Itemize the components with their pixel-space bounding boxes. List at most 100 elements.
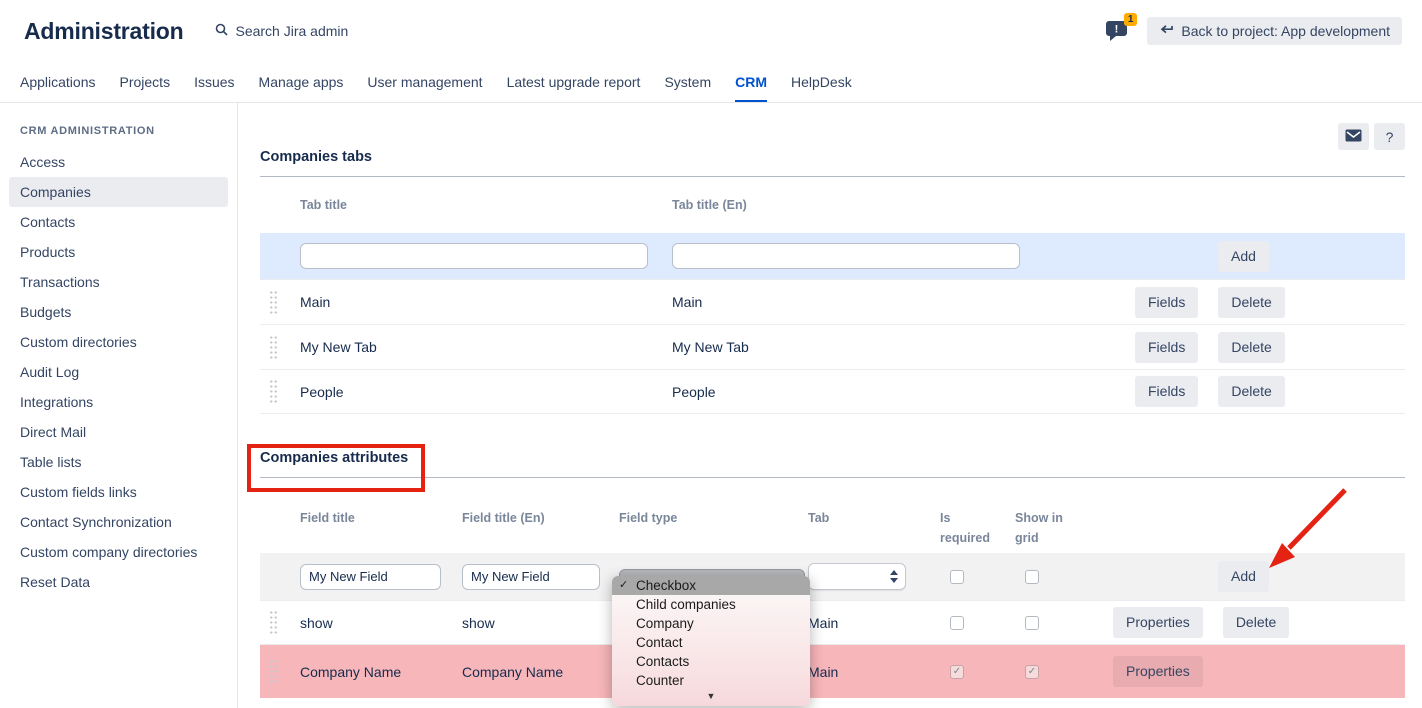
column-tab: Tab — [808, 508, 930, 528]
is-required-checkbox[interactable] — [950, 570, 964, 584]
tab-title-en-cell: Main — [672, 294, 1110, 310]
back-to-project-button[interactable]: Back to project: App development — [1147, 17, 1402, 45]
tab-title-en-input[interactable] — [672, 243, 1020, 269]
notifications-button[interactable]: ! 1 — [1105, 19, 1131, 43]
column-field-title-en: Field title (En) — [462, 508, 619, 528]
help-button[interactable]: ? — [1374, 123, 1405, 150]
drag-handle-icon[interactable] — [269, 335, 278, 360]
companies-tabs-add-row: Add — [260, 233, 1405, 279]
fields-button[interactable]: Fields — [1135, 287, 1198, 318]
dropdown-option-company[interactable]: Company — [612, 614, 810, 633]
sidebar-heading: CRM ADMINISTRATION — [0, 125, 237, 137]
sidebar-item-access[interactable]: Access — [9, 147, 228, 177]
tab-helpdesk[interactable]: HelpDesk — [791, 62, 852, 102]
sidebar-item-custom-fields-links[interactable]: Custom fields links — [9, 477, 228, 507]
table-row-my-new-tab: My New Tab My New Tab Fields Delete — [260, 324, 1405, 369]
tab-crm[interactable]: CRM — [735, 62, 767, 102]
sidebar-item-companies[interactable]: Companies — [9, 177, 228, 207]
field-type-dropdown-menu: ✓ Checkbox Child companies Company Conta… — [612, 576, 810, 706]
dropdown-option-contact[interactable]: Contact — [612, 633, 810, 652]
sidebar-item-custom-directories[interactable]: Custom directories — [9, 327, 228, 357]
tab-issues[interactable]: Issues — [194, 62, 234, 102]
column-tab-title-en: Tab title (En) — [672, 195, 1110, 215]
divider — [260, 477, 1405, 478]
field-title-en-input[interactable] — [462, 564, 600, 590]
properties-button[interactable]: Properties — [1113, 607, 1203, 638]
speech-bubble-icon: ! — [1105, 29, 1129, 46]
companies-attributes-title: Companies attributes — [260, 450, 1405, 466]
drag-handle-icon[interactable] — [269, 659, 278, 684]
companies-tabs-section: Companies tabs Tab title Tab title (En) … — [260, 149, 1405, 414]
companies-attributes-header-row: Field title Field title (En) Field type … — [260, 508, 1405, 553]
sidebar-item-table-lists[interactable]: Table lists — [9, 447, 228, 477]
tab-title-en-cell: People — [672, 384, 1110, 400]
sidebar-item-contact-synchronization[interactable]: Contact Synchronization — [9, 507, 228, 537]
dropdown-option-child-companies[interactable]: Child companies — [612, 595, 810, 614]
search-icon — [215, 23, 228, 39]
dropdown-option-checkbox[interactable]: ✓ Checkbox — [612, 576, 810, 595]
sidebar-item-integrations[interactable]: Integrations — [9, 387, 228, 417]
drag-handle-icon[interactable] — [269, 610, 278, 635]
field-title-cell: Company Name — [300, 664, 462, 680]
notification-badge: 1 — [1124, 13, 1138, 26]
show-in-grid-checkbox[interactable] — [1025, 616, 1039, 630]
sidebar-item-budgets[interactable]: Budgets — [9, 297, 228, 327]
drag-handle-icon[interactable] — [269, 379, 278, 404]
tab-title-cell: People — [300, 384, 672, 400]
svg-text:!: ! — [1115, 24, 1119, 36]
field-title-input[interactable] — [300, 564, 441, 590]
crm-sidebar: CRM ADMINISTRATION Access Companies Cont… — [0, 103, 238, 708]
mail-button[interactable] — [1338, 123, 1369, 150]
sidebar-item-direct-mail[interactable]: Direct Mail — [9, 417, 228, 447]
is-required-checkbox[interactable] — [950, 616, 964, 630]
show-in-grid-checkbox-checked[interactable]: ✓ — [1025, 665, 1039, 679]
tab-system[interactable]: System — [664, 62, 711, 102]
field-title-en-cell: Company Name — [462, 664, 619, 680]
fields-button[interactable]: Fields — [1135, 332, 1198, 363]
tab-title-input[interactable] — [300, 243, 648, 269]
properties-button[interactable]: Properties — [1113, 656, 1203, 687]
is-required-checkbox-checked[interactable]: ✓ — [950, 665, 964, 679]
companies-attributes-section: Companies attributes Field title Field t… — [260, 450, 1405, 698]
select-stepper-icon — [890, 570, 898, 583]
column-show-in-grid: Show in grid — [1005, 508, 1110, 548]
back-button-label: Back to project: App development — [1181, 23, 1390, 39]
sidebar-item-audit-log[interactable]: Audit Log — [9, 357, 228, 387]
tab-applications[interactable]: Applications — [20, 62, 96, 102]
sidebar-item-custom-company-directories[interactable]: Custom company directories — [9, 537, 228, 567]
dropdown-option-contacts[interactable]: Contacts — [612, 652, 810, 671]
add-tab-button[interactable]: Add — [1218, 241, 1269, 272]
scroll-down-indicator-icon[interactable]: ▼ — [612, 690, 810, 704]
tab-user-management[interactable]: User management — [367, 62, 482, 102]
column-tab-title: Tab title — [300, 195, 672, 215]
delete-button[interactable]: Delete — [1218, 287, 1284, 318]
dropdown-option-counter[interactable]: Counter — [612, 671, 810, 690]
field-title-en-cell: show — [462, 615, 619, 631]
main-content: ? Companies tabs Tab title Tab title (En… — [238, 103, 1422, 708]
sidebar-item-transactions[interactable]: Transactions — [9, 267, 228, 297]
sidebar-item-products[interactable]: Products — [9, 237, 228, 267]
column-field-type: Field type — [619, 508, 808, 528]
show-in-grid-checkbox[interactable] — [1025, 570, 1039, 584]
delete-button[interactable]: Delete — [1223, 607, 1289, 638]
tab-latest-upgrade-report[interactable]: Latest upgrade report — [507, 62, 641, 102]
delete-button[interactable]: Delete — [1218, 332, 1284, 363]
table-row-people: People People Fields Delete — [260, 369, 1405, 414]
companies-attributes-add-row: Add — [260, 553, 1405, 600]
tab-projects[interactable]: Projects — [120, 62, 171, 102]
checkmark-icon: ✓ — [619, 576, 628, 595]
tab-manage-apps[interactable]: Manage apps — [259, 62, 344, 102]
fields-button[interactable]: Fields — [1135, 376, 1198, 407]
sidebar-item-contacts[interactable]: Contacts — [9, 207, 228, 237]
table-row-main: Main Main Fields Delete — [260, 279, 1405, 324]
delete-button[interactable]: Delete — [1218, 376, 1284, 407]
search-placeholder: Search Jira admin — [235, 23, 348, 39]
column-field-title: Field title — [300, 508, 462, 528]
admin-search[interactable]: Search Jira admin — [215, 23, 348, 39]
tab-title-en-cell: My New Tab — [672, 339, 1110, 355]
tab-select[interactable] — [808, 563, 906, 590]
admin-nav-tabs: Applications Projects Issues Manage apps… — [0, 62, 1422, 103]
drag-handle-icon[interactable] — [269, 290, 278, 315]
add-attribute-button[interactable]: Add — [1218, 561, 1269, 592]
sidebar-item-reset-data[interactable]: Reset Data — [9, 567, 228, 597]
